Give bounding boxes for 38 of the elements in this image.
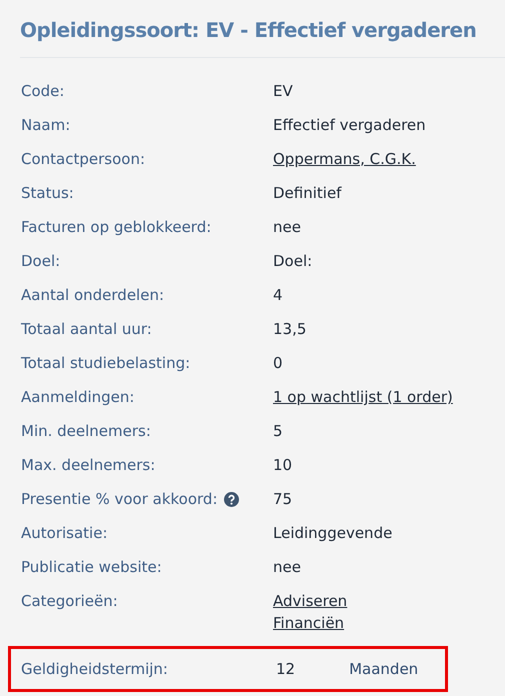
- value-link[interactable]: Oppermans, C.G.K.: [273, 149, 416, 169]
- field-label: Max. deelnemers:: [21, 455, 156, 475]
- field-label: Categorieën:: [21, 591, 118, 611]
- value-link[interactable]: Financiën: [273, 613, 344, 633]
- field-value: Doel:: [273, 251, 312, 271]
- field-value: Leidinggevende: [273, 523, 392, 543]
- field-value: 13,5: [273, 319, 306, 339]
- field-label: Doel:: [21, 251, 60, 271]
- field-value: 4: [273, 285, 283, 305]
- field-label: Presentie % voor akkoord:: [21, 489, 218, 509]
- field-value: 12: [276, 659, 296, 679]
- field-label: Facturen op geblokkeerd:: [21, 217, 212, 237]
- field-label: Aanmeldingen:: [21, 387, 134, 407]
- field-label: Naam:: [21, 115, 70, 135]
- field-label: Contactpersoon:: [21, 149, 146, 169]
- field-value: 10: [273, 455, 292, 475]
- field-label: Autorisatie:: [21, 523, 108, 543]
- field-label: Code:: [21, 81, 64, 101]
- page-title: Opleidingssoort: EV - Effectief vergaderen: [20, 18, 478, 42]
- field-label: Aantal onderdelen:: [21, 285, 164, 305]
- field-label: Min. deelnemers:: [21, 421, 151, 441]
- field-value: nee: [273, 557, 301, 577]
- field-value: Effectief vergaderen: [273, 115, 426, 135]
- field-value: EV: [273, 81, 293, 101]
- help-icon[interactable]: [224, 492, 238, 506]
- value-link[interactable]: Adviseren: [273, 591, 348, 611]
- field-value: nee: [273, 217, 301, 237]
- unit-text: Maanden: [349, 659, 418, 679]
- field-label: Status:: [21, 183, 74, 203]
- field-value: 0: [273, 353, 283, 373]
- field-label: Totaal studiebelasting:: [21, 353, 190, 373]
- field-label: Publicatie website:: [21, 557, 162, 577]
- field-value: 75: [273, 489, 292, 509]
- field-value: Definitief: [273, 183, 342, 203]
- value-link[interactable]: 1 op wachtlijst (1 order): [273, 387, 453, 407]
- field-label: Geldigheidstermijn:: [21, 659, 168, 679]
- field-label: Totaal aantal uur:: [21, 319, 152, 339]
- field-value: 5: [273, 421, 283, 441]
